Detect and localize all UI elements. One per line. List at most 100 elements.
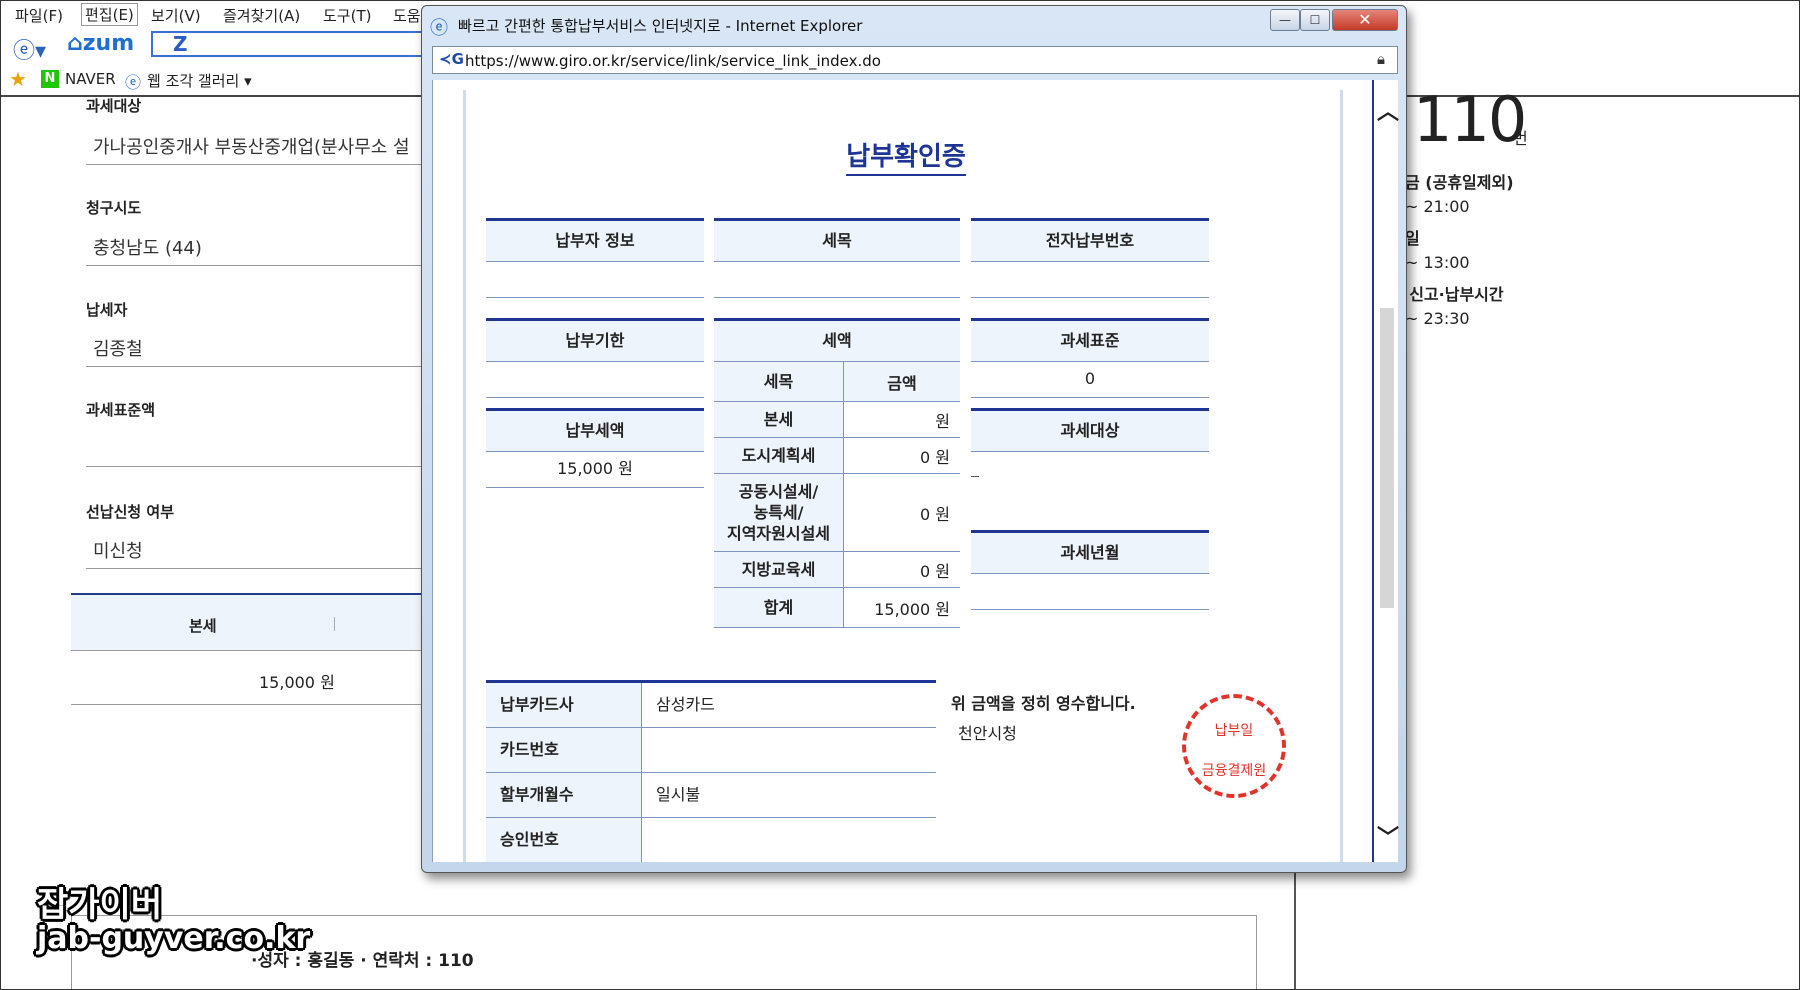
column-divider	[334, 617, 335, 631]
card-value: 삼성카드	[656, 695, 715, 714]
paid-amount-header: 납부세액	[486, 408, 704, 452]
row-item: 합계	[714, 588, 844, 627]
z-search-icon: Z	[173, 32, 188, 56]
stamp-line2: 금융결제원	[1201, 763, 1267, 779]
tax-object-value	[971, 452, 1209, 512]
table-total-row: 합계 15,000 원	[714, 588, 960, 628]
field-value-region: 충청남도 (44)	[93, 238, 202, 259]
issuer-name: 천안시청	[958, 724, 1017, 743]
row-amount: 원	[935, 411, 950, 431]
field-label-region: 청구시도	[86, 199, 142, 217]
field-value-taxpayer: 김종철	[93, 339, 143, 360]
favorites-star-icon[interactable]: ★	[9, 67, 27, 91]
receipt-statement: 위 금액을 정히 영수합니다.	[951, 694, 1136, 713]
card-key: 할부개월수	[486, 773, 642, 817]
due-date-value	[486, 362, 704, 398]
menu-tools[interactable]: 도구(T)	[323, 5, 371, 26]
card-key: 승인번호	[486, 818, 642, 862]
stamp-line1: 납부일	[1214, 723, 1254, 739]
hours-line: ~ 13:00	[1405, 253, 1470, 272]
payment-stamp: 납부일 금융결제원	[1182, 694, 1286, 798]
card-info-table: 납부카드사 삼성카드 카드번호 할부개월수 일시불 승인번호	[486, 680, 936, 862]
row-item: 지방교육세	[714, 552, 844, 587]
e-payment-number-header: 전자납부번호	[971, 218, 1209, 262]
col-header-amount: 금액	[844, 362, 960, 401]
hours-line: 일	[1405, 229, 1420, 248]
scroll-thumb[interactable]	[1380, 308, 1394, 608]
maximize-button[interactable]: ☐	[1300, 9, 1330, 31]
table-row: 본세 원	[714, 402, 960, 438]
tax-year-month-header: 과세년월	[971, 530, 1209, 574]
ie-logo-icon: ⓔ	[430, 18, 448, 39]
hotline-unit: 번	[1513, 129, 1528, 148]
window-title: 빠르고 간편한 통합납부서비스 인터넷지로 - Internet Explore…	[458, 17, 863, 35]
card-row: 카드번호	[486, 728, 936, 773]
tax-item-value	[714, 262, 960, 298]
hours-line: 금 (공휴일제외)	[1405, 173, 1514, 192]
row-item: 본세	[714, 402, 844, 437]
hotline-number: 110	[1413, 83, 1527, 156]
favorite-naver[interactable]: NAVER	[65, 70, 116, 88]
field-value-tax-object: 가나공인중개사 부동산중개업(분사무소 설	[93, 137, 410, 158]
menu-favorites[interactable]: 즐겨찾기(A)	[223, 5, 300, 26]
search-input[interactable]: Z	[151, 31, 431, 57]
address-bar[interactable]: ≺G https://www.giro.or.kr/service/link/s…	[432, 46, 1398, 74]
table-row: 공동시설세/ 농특세/ 지역자원시설세 0 원	[714, 474, 960, 552]
paid-amount-value: 15,000 원	[486, 452, 704, 488]
zum-logo[interactable]: ⌂zum	[67, 31, 134, 56]
ie-popup-window: ⓔ 빠르고 간편한 통합납부서비스 인터넷지로 - Internet Explo…	[421, 5, 1407, 873]
payer-info-value	[486, 262, 704, 298]
hours-line: ~ 21:00	[1405, 197, 1470, 216]
scroll-down-icon[interactable]: ﹀	[1377, 820, 1399, 852]
divider	[86, 164, 421, 165]
vertical-scrollbar[interactable]: ︿ ﹀	[1372, 80, 1399, 862]
hours-line: ~ 23:30	[1405, 309, 1470, 328]
menu-view[interactable]: 보기(V)	[151, 5, 201, 26]
card-row: 납부카드사 삼성카드	[486, 683, 936, 728]
divider	[86, 366, 421, 367]
menu-file[interactable]: 파일(F)	[15, 5, 63, 26]
tax-year-month-value	[971, 574, 1209, 610]
card-row: 할부개월수 일시불	[486, 773, 936, 818]
tax-base-header: 과세표준	[971, 318, 1209, 362]
payer-info-header: 납부자 정보	[486, 218, 704, 262]
watermark-url: jab-guyver.co.kr	[37, 921, 311, 956]
url-text[interactable]: https://www.giro.or.kr/service/link/serv…	[465, 52, 881, 70]
card-row: 승인번호	[486, 818, 936, 862]
hours-line: - 신고·납부시간	[1397, 285, 1504, 304]
naver-icon: N	[41, 70, 59, 88]
field-label-prepayment: 선납신청 여부	[86, 503, 175, 521]
scroll-up-icon[interactable]: ︿	[1377, 94, 1399, 126]
web-slice-icon: ⓔ	[125, 73, 142, 92]
tax-object-header: 과세대상	[971, 408, 1209, 452]
lock-icon[interactable]: 🔒︎	[1377, 50, 1385, 68]
menu-edit[interactable]: 편집(E)	[81, 3, 138, 26]
card-key: 납부카드사	[486, 683, 642, 727]
due-date-header: 납부기한	[486, 318, 704, 362]
row-amount: 0 원	[920, 447, 950, 467]
divider	[86, 568, 421, 569]
ie-menu-icon[interactable]: ⓔ▾	[13, 33, 46, 65]
tax-item-header: 세목	[714, 218, 960, 262]
tax-table-row: 15,000 원	[71, 651, 431, 705]
receipt-document: 납부확인증 납부자 정보 세목 전자납부번호 납부기한 납부세액 15,000 …	[463, 90, 1343, 862]
field-label-taxpayer: 납세자	[86, 301, 128, 319]
field-label-tax-base: 과세표준액	[86, 401, 156, 419]
tax-base-value: 0	[971, 362, 1209, 398]
favorite-web-slice-gallery[interactable]: 웹 조각 갤러리 ▾	[147, 70, 252, 91]
close-button[interactable]: ✕	[1332, 9, 1398, 31]
e-payment-number-value	[971, 262, 1209, 298]
tax-table-header: 본세	[71, 593, 431, 651]
desktop-screen: 파일(F) 편집(E) 보기(V) 즐겨찾기(A) 도구(T) 도움 ⓔ▾ ⌂z…	[0, 0, 1800, 990]
minimize-button[interactable]: —	[1270, 9, 1300, 31]
divider	[86, 466, 421, 467]
row-amount: 0 원	[920, 561, 950, 581]
tax-value: 15,000 원	[259, 673, 335, 692]
row-amount: 15,000 원	[874, 599, 950, 619]
menu-help[interactable]: 도움	[393, 5, 421, 26]
tax-amount-header: 세액	[714, 318, 960, 362]
card-key: 카드번호	[486, 728, 642, 772]
row-amount: 0 원	[920, 504, 950, 524]
col-header-item: 세목	[714, 362, 844, 401]
card-value: 일시불	[656, 785, 701, 804]
